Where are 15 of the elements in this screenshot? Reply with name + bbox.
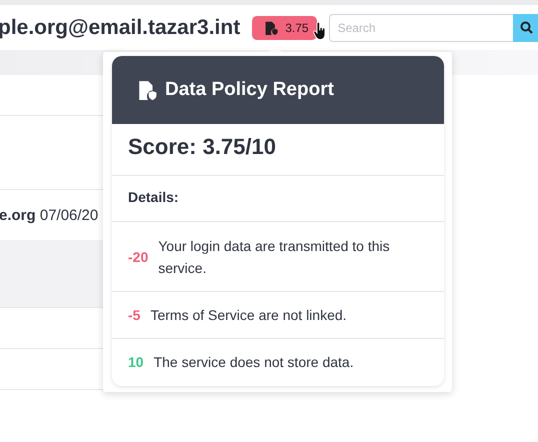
document-shield-icon [264,20,278,34]
search-field[interactable]: Search [328,14,513,42]
detail-text: Terms of Service are not linked. [150,306,347,325]
points-value: 10 [128,354,144,370]
search-button[interactable] [512,14,538,42]
details-label: Details: [112,176,444,222]
search-icon [520,21,533,34]
detail-text: The service does not store data. [154,353,354,372]
document-shield-icon [137,80,157,100]
hand-cursor-icon [312,22,327,40]
points-value: -5 [128,307,140,323]
report-title: Data Policy Report [165,79,334,101]
points-value: -20 [128,248,148,264]
score-text: Score: 3.75/10 [112,124,444,176]
detail-text: Your login data are transmitted to this service. [158,236,391,278]
